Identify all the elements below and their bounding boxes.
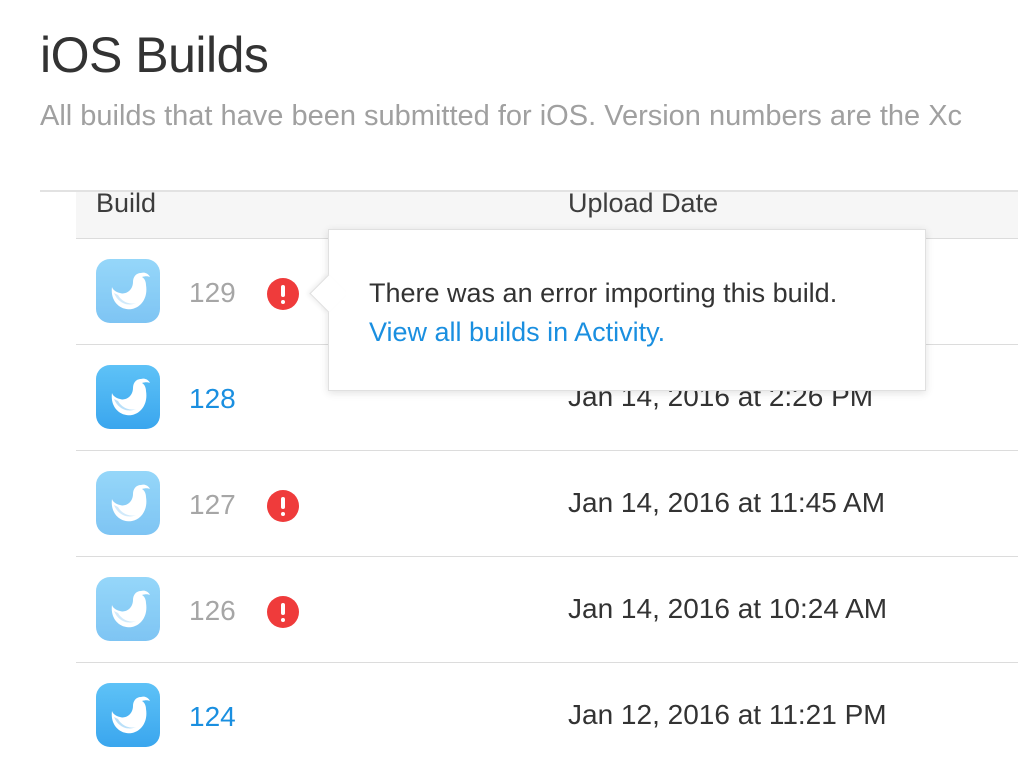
exclamation-circle-icon[interactable]: [267, 490, 299, 522]
column-header-upload-date[interactable]: Upload Date: [568, 190, 718, 217]
table-row[interactable]: 127 Jan 14, 2016 at 11:45 AM: [76, 451, 1018, 557]
bird-app-icon: [96, 259, 160, 323]
popover-message: There was an error importing this build.: [369, 278, 838, 308]
bird-app-icon: [96, 365, 160, 429]
view-activity-link[interactable]: View all builds in Activity.: [369, 317, 665, 348]
build-number[interactable]: 124: [189, 701, 236, 733]
bird-app-icon: [96, 683, 160, 747]
bird-app-icon: [96, 577, 160, 641]
page-title: iOS Builds: [40, 27, 269, 83]
table-row[interactable]: 124 Jan 12, 2016 at 11:21 PM: [76, 663, 1018, 758]
build-number: 126: [189, 595, 236, 626]
column-header-build[interactable]: Build: [96, 190, 156, 217]
exclamation-circle-icon[interactable]: [267, 596, 299, 628]
build-number: 127: [189, 489, 236, 520]
table-row[interactable]: 126 Jan 14, 2016 at 10:24 AM: [76, 557, 1018, 663]
upload-date: Jan 12, 2016 at 11:21 PM: [568, 699, 887, 730]
build-number[interactable]: 128: [189, 383, 236, 415]
upload-date: Jan 14, 2016 at 10:24 AM: [568, 593, 888, 624]
exclamation-circle-icon[interactable]: [267, 278, 299, 310]
build-number: 129: [189, 277, 236, 308]
page: iOS Builds All builds that have been sub…: [0, 0, 1018, 758]
page-subtitle: All builds that have been submitted for …: [40, 100, 963, 132]
upload-date: Jan 14, 2016 at 11:45 AM: [568, 487, 886, 518]
error-popover: There was an error importing this build.…: [309, 229, 926, 391]
bird-app-icon: [96, 471, 160, 535]
